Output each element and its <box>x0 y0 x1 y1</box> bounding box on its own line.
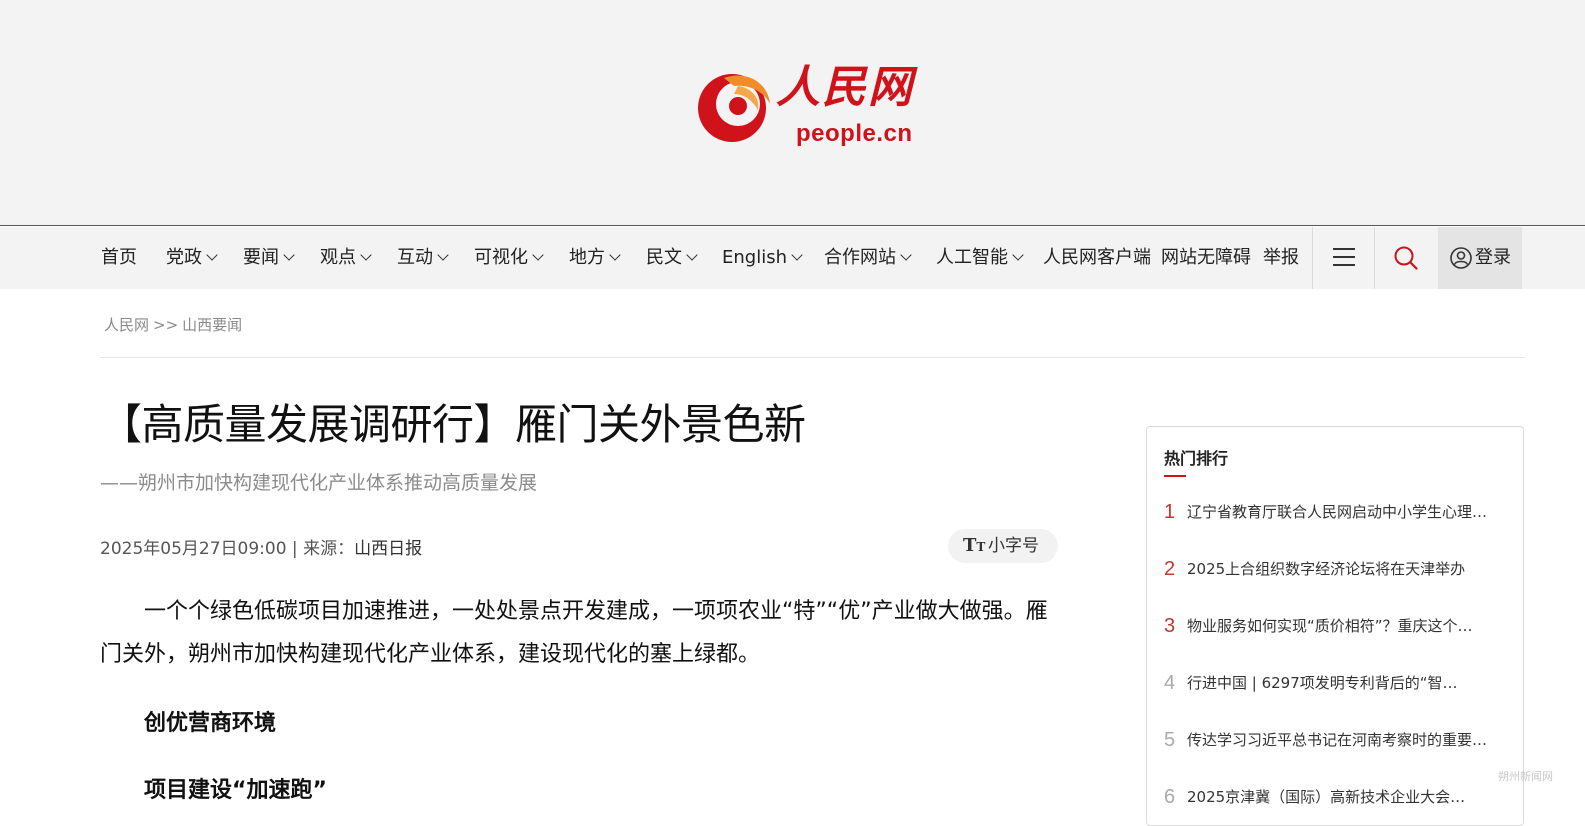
hot-rank-number: 1 <box>1164 501 1176 523</box>
nav-item-visualization[interactable]: 可视化 <box>474 227 544 289</box>
breadcrumb-divider <box>100 357 1525 358</box>
login-button[interactable]: 登录 <box>1438 227 1522 289</box>
nav-item-home[interactable]: 首页 <box>101 227 137 289</box>
nav-label: 地方 <box>569 247 605 268</box>
chevron-down-icon <box>532 249 544 261</box>
hot-rank-number: 3 <box>1164 615 1176 637</box>
article-subtitle: ——朔州市加快构建现代化产业体系推动高质量发展 <box>100 472 538 494</box>
hot-item-title: 物业服务如何实现“质价相符”？重庆这个… <box>1187 617 1473 635</box>
nav-item-news[interactable]: 要闻 <box>243 227 295 289</box>
article-meta: 2025年05月27日09:00 | 来源：山西日报 <box>100 534 422 559</box>
hot-item-title: 行进中国 | 6297项发明专利背后的“智… <box>1187 674 1458 692</box>
nav-item-app[interactable]: 人民网客户端 <box>1043 227 1151 289</box>
source-prefix: 来源： <box>303 539 355 559</box>
main-nav: 首页 党政 要闻 观点 互动 可视化 地方 民文 English 合作网站 人工… <box>0 227 1585 289</box>
breadcrumb-section[interactable]: 山西要闻 <box>182 316 242 334</box>
nav-label: 网站无障碍 <box>1161 247 1251 268</box>
nav-label: 要闻 <box>243 247 279 268</box>
meta-separator: | <box>286 539 304 559</box>
nav-label: 互动 <box>397 247 433 268</box>
nav-label: English <box>722 247 787 268</box>
article-title: 【高质量发展调研行】雁门关外景色新 <box>100 400 806 449</box>
nav-item-party[interactable]: 党政 <box>166 227 218 289</box>
nav-label: 举报 <box>1263 247 1299 268</box>
hot-item-title: 2025上合组织数字经济论坛将在天津举办 <box>1187 560 1466 578</box>
top-banner: 人民网 people.cn <box>0 0 1585 226</box>
nav-item-interaction[interactable]: 互动 <box>397 227 449 289</box>
nav-label: 人工智能 <box>936 247 1008 268</box>
chevron-down-icon <box>360 249 372 261</box>
hot-rank-number: 6 <box>1164 786 1176 808</box>
nav-item-ethnic-languages[interactable]: 民文 <box>646 227 698 289</box>
hot-item-title: 传达学习习近平总书记在河南考察时的重要… <box>1187 731 1488 749</box>
user-circle-icon <box>1450 247 1472 269</box>
logo-english-text: people.cn <box>796 120 913 147</box>
hot-ranking-item[interactable]: 3 物业服务如何实现“质价相符”？重庆这个… <box>1164 611 1509 641</box>
chevron-down-icon <box>791 249 803 261</box>
breadcrumb: 人民网 >> 山西要闻 <box>104 314 242 335</box>
search-button[interactable] <box>1375 227 1437 289</box>
nav-item-opinion[interactable]: 观点 <box>320 227 372 289</box>
logo-swirl-icon <box>698 74 770 142</box>
watermark: 朔州新闻网 <box>1498 770 1553 783</box>
chevron-down-icon <box>206 249 218 261</box>
hot-rank-number: 4 <box>1164 672 1176 694</box>
article-datetime: 2025年05月27日09:00 <box>100 539 287 559</box>
nav-label: 首页 <box>101 247 137 268</box>
hot-ranking-title: 热门排行 <box>1164 449 1229 468</box>
article-paragraph: 一个个绿色低碳项目加速推进，一处处景点开发建成，一项项农业“特”“优”产业做大做… <box>100 599 1048 667</box>
text-size-icon: TT <box>963 535 986 556</box>
hot-title-underline <box>1164 475 1186 477</box>
chevron-down-icon <box>609 249 621 261</box>
nav-item-english[interactable]: English <box>722 227 803 289</box>
font-size-toggle-button[interactable]: TT 小字号 <box>948 529 1058 563</box>
nav-label: 民文 <box>646 247 682 268</box>
breadcrumb-separator: >> <box>153 316 179 334</box>
nav-item-report[interactable]: 举报 <box>1263 227 1299 289</box>
chevron-down-icon <box>437 249 449 261</box>
font-size-toggle-label: 小字号 <box>988 536 1039 556</box>
chevron-down-icon <box>900 249 912 261</box>
breadcrumb-home[interactable]: 人民网 <box>104 316 149 334</box>
article-section-heading: 创优营商环境 <box>144 711 277 736</box>
nav-label: 观点 <box>320 247 356 268</box>
menu-button[interactable] <box>1313 227 1374 289</box>
login-label: 登录 <box>1475 247 1511 268</box>
nav-item-local[interactable]: 地方 <box>569 227 621 289</box>
nav-item-ai[interactable]: 人工智能 <box>936 227 1024 289</box>
nav-label: 合作网站 <box>824 247 896 268</box>
hot-item-title: 2025京津冀（国际）高新技术企业大会… <box>1187 788 1466 806</box>
hot-ranking-panel: 热门排行 1 辽宁省教育厅联合人民网启动中小学生心理… 2 2025上合组织数字… <box>1146 426 1524 826</box>
hot-ranking-item[interactable]: 4 行进中国 | 6297项发明专利背后的“智… <box>1164 668 1509 698</box>
people-cn-logo[interactable]: 人民网 people.cn <box>694 64 934 156</box>
chevron-down-icon <box>686 249 698 261</box>
hot-rank-number: 2 <box>1164 558 1176 580</box>
hot-ranking-item[interactable]: 1 辽宁省教育厅联合人民网启动中小学生心理… <box>1164 497 1509 527</box>
logo-chinese-text: 人民网 <box>776 62 914 113</box>
nav-item-accessibility[interactable]: 网站无障碍 <box>1161 227 1251 289</box>
article-section-heading: 项目建设“加速跑” <box>144 778 327 803</box>
hot-ranking-item[interactable]: 2 2025上合组织数字经济论坛将在天津举办 <box>1164 554 1509 584</box>
chevron-down-icon <box>1012 249 1024 261</box>
hot-ranking-item[interactable]: 5 传达学习习近平总书记在河南考察时的重要… <box>1164 725 1509 755</box>
hot-item-title: 辽宁省教育厅联合人民网启动中小学生心理… <box>1187 503 1488 521</box>
article-source[interactable]: 山西日报 <box>354 539 422 559</box>
nav-label: 可视化 <box>474 247 528 268</box>
chevron-down-icon <box>283 249 295 261</box>
hot-ranking-item[interactable]: 6 2025京津冀（国际）高新技术企业大会… <box>1164 782 1509 812</box>
nav-label: 人民网客户端 <box>1043 247 1151 268</box>
nav-label: 党政 <box>166 247 202 268</box>
hot-rank-number: 5 <box>1164 729 1176 751</box>
search-icon <box>1394 246 1418 270</box>
nav-item-partner-sites[interactable]: 合作网站 <box>824 227 912 289</box>
